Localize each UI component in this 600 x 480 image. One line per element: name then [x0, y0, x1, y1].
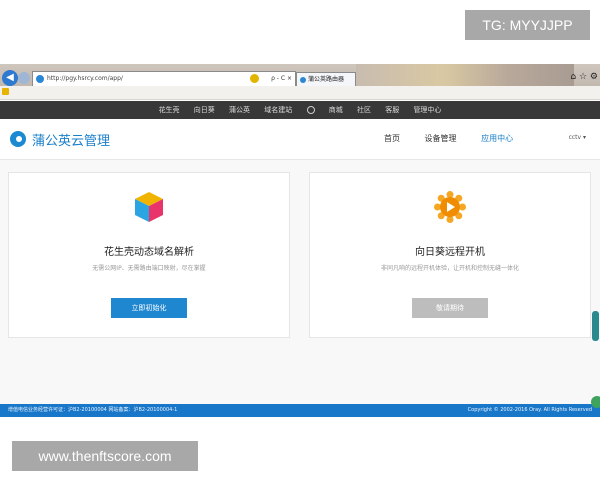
sun-icon	[434, 191, 466, 223]
menu-devices[interactable]: 设备管理	[425, 134, 457, 143]
card-desc: 非同凡响的远程开机体验，让开机和控制无缝一体化	[380, 265, 519, 272]
favorites-bar	[0, 86, 600, 100]
logo-text[interactable]: 蒲公英云管理	[32, 130, 110, 149]
footer-copyright: Copyright © 2002-2016 Oray. All Rights R…	[467, 407, 592, 413]
nav-item-community[interactable]: 社区	[357, 101, 371, 119]
nav-item-xiangrikui[interactable]: 向日葵	[194, 101, 215, 119]
initialize-button[interactable]: 立即初始化	[111, 298, 187, 318]
nav-item-shop[interactable]: 商城	[329, 101, 343, 119]
loading-circle-icon	[306, 106, 315, 114]
watermark-bottom: www.thenftscore.com	[12, 441, 198, 471]
nav-item-domain[interactable]: 域名建站	[264, 101, 292, 119]
footer-license: 增值电信业务经营许可证：沪B2-20100004 网站备案：沪B2-201000…	[8, 407, 178, 413]
ie-icon	[36, 74, 44, 83]
main-content: 花生壳动态域名解析 无需公网IP、无需路由端口映射，尽在掌握 立即初始化 向日葵…	[0, 160, 600, 404]
nav-item-huashengke[interactable]: 花生壳	[159, 101, 180, 119]
logo-icon[interactable]	[10, 131, 26, 147]
address-url: http://pgy.hsrcy.com/app/	[47, 75, 123, 82]
tab-title: 蒲公英路由器	[308, 76, 345, 83]
forward-button[interactable]	[18, 72, 30, 84]
cube-icon	[135, 192, 163, 222]
corner-badge-icon[interactable]	[591, 396, 600, 408]
card-desc: 无需公网IP、无需路由端口映射，尽在掌握	[92, 265, 206, 272]
card-title: 花生壳动态域名解析	[104, 247, 194, 258]
page-header: 蒲公英云管理 首页 设备管理 应用中心 cctv ▾	[0, 119, 600, 160]
page-footer: 增值电信业务经营许可证：沪B2-20100004 网站备案：沪B2-201000…	[0, 404, 600, 417]
app-card-xiangrikui: 向日葵远程开机 非同凡响的远程开机体验，让开机和控制无缝一体化 敬请期待	[309, 172, 591, 338]
menu-home[interactable]: 首页	[384, 134, 400, 143]
app-card-huashengke: 花生壳动态域名解析 无需公网IP、无需路由端口映射，尽在掌握 立即初始化	[8, 172, 290, 338]
card-title: 向日葵远程开机	[415, 247, 485, 258]
coming-soon-button[interactable]: 敬请期待	[412, 298, 488, 318]
menu-app-center[interactable]: 应用中心	[481, 134, 513, 143]
nav-item-admin[interactable]: 管理中心	[413, 101, 441, 119]
main-menu: 首页 设备管理 应用中心	[384, 133, 535, 144]
browser-tab[interactable]: 蒲公英路由器	[296, 72, 356, 87]
window-icons[interactable]: ⌂ ☆ ⚙	[570, 72, 598, 82]
tab-ie-icon	[300, 76, 306, 83]
nav-item-pugongying[interactable]: 蒲公英	[229, 101, 250, 119]
site-top-nav: 花生壳 向日葵 蒲公英 域名建站 商城 社区 客服 管理中心	[0, 101, 600, 119]
favorites-icon[interactable]	[2, 88, 9, 95]
compat-icon[interactable]	[250, 74, 259, 83]
account-menu[interactable]: cctv ▾	[569, 134, 586, 141]
scrollbar-thumb[interactable]	[592, 311, 599, 341]
back-button[interactable]: ◀	[2, 70, 18, 86]
address-bar[interactable]: http://pgy.hsrcy.com/app/ ρ - C ×	[32, 71, 296, 87]
address-tools[interactable]: ρ - C ×	[271, 72, 292, 86]
watermark-top: TG: MYYJJPP	[465, 10, 590, 40]
nav-item-service[interactable]: 客服	[385, 101, 399, 119]
